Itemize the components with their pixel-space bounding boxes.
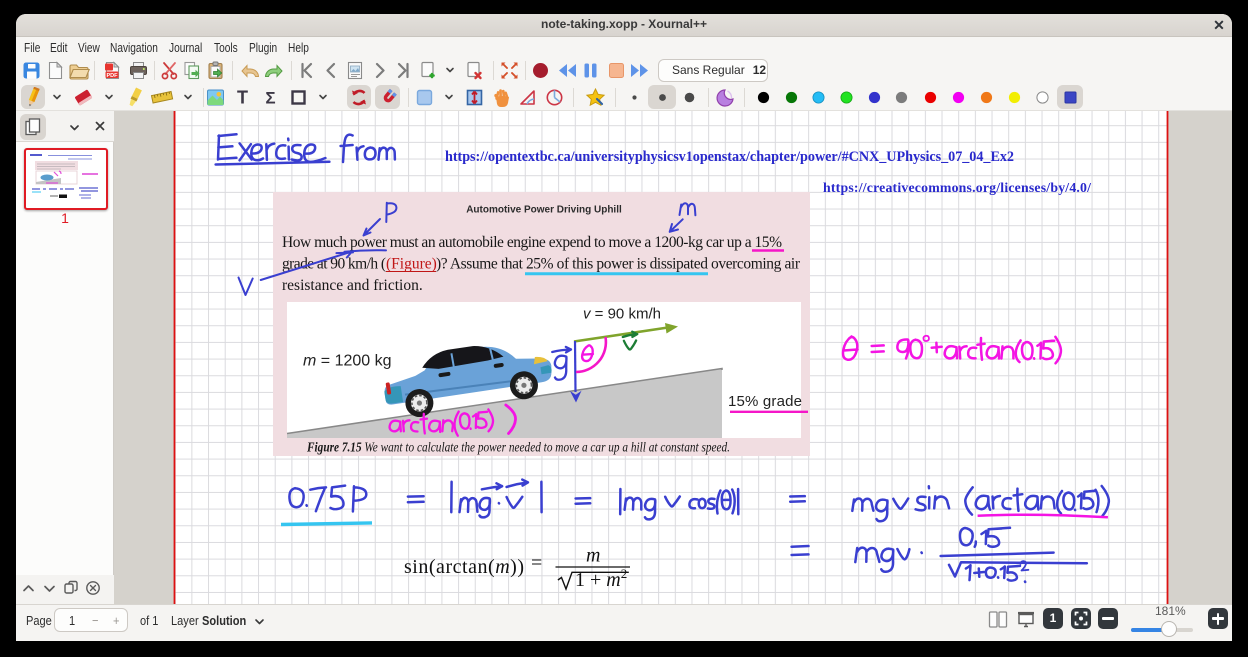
- svg-text:1 + m2: 1 + m2: [575, 566, 627, 591]
- svg-text:v = 90 km/h: v = 90 km/h: [583, 306, 661, 323]
- svg-text:Automotive Power Driving Uphil: Automotive Power Driving Uphill: [466, 205, 622, 216]
- svg-text:15% grade: 15% grade: [728, 393, 802, 410]
- svg-text:https://opentextbc.ca/universi: https://opentextbc.ca/universityphysicsv…: [445, 149, 1014, 165]
- svg-text:sin(arctan(m)): sin(arctan(m)): [404, 556, 524, 578]
- svg-text:m = 1200 kg: m = 1200 kg: [303, 353, 392, 370]
- svg-text:Figure 7.15 We want to calcula: Figure 7.15 We want to calculate the pow…: [306, 440, 730, 455]
- svg-text:How much power must an automob: How much power must an automobile engine…: [282, 234, 782, 251]
- svg-text:resistance and friction.: resistance and friction.: [282, 277, 423, 294]
- svg-text:Σ: Σ: [265, 89, 275, 108]
- svg-text:m: m: [586, 545, 600, 567]
- svg-text:PDF: PDF: [107, 73, 119, 79]
- svg-text:(Figure): (Figure): [386, 256, 437, 273]
- svg-text:T: T: [237, 88, 248, 108]
- svg-text:=: =: [531, 552, 542, 574]
- svg-text:https://creativecommons.org/li: https://creativecommons.org/licenses/by/…: [823, 180, 1091, 195]
- svg-text:)? Assume that 25% of this pow: )? Assume that 25% of this power is diss…: [436, 256, 801, 273]
